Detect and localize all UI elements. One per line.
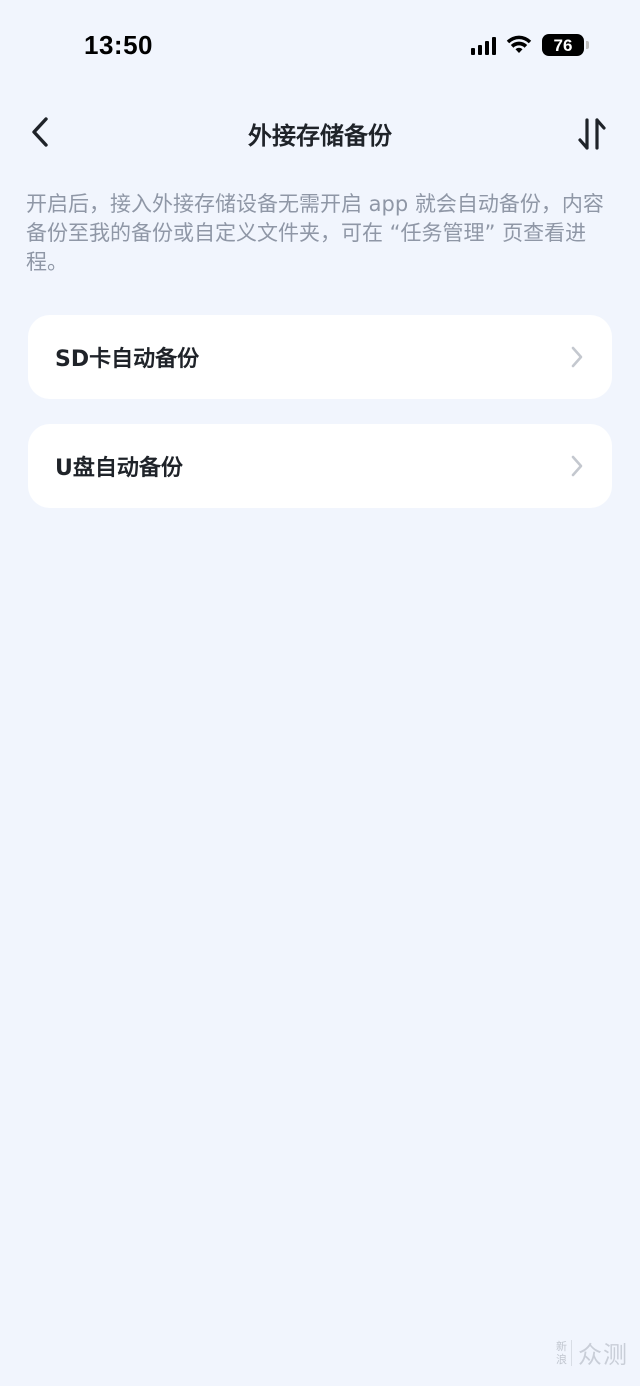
wifi-icon <box>506 35 532 55</box>
description-text: 开启后，接入外接存储设备无需开启 app 就会自动备份，内容备份至我的备份或自定… <box>26 192 604 274</box>
battery-icon: 76 <box>542 34 589 56</box>
sort-button[interactable] <box>572 112 612 156</box>
watermark-text: 众测 <box>578 1341 628 1369</box>
battery-level: 76 <box>553 35 573 55</box>
status-bar: 13:50 76 <box>0 0 640 90</box>
watermark-small-top: 新 <box>556 1339 567 1353</box>
page-title: 外接存储备份 <box>248 122 392 150</box>
usb-drive-auto-backup-label: U盘自动备份 <box>55 456 183 481</box>
sd-card-auto-backup-label: SD卡自动备份 <box>55 347 200 372</box>
chevron-right-icon <box>571 346 583 368</box>
status-time: 13:50 <box>84 30 153 60</box>
usb-drive-auto-backup-item[interactable]: U盘自动备份 <box>28 424 612 508</box>
status-icons: 76 <box>471 34 589 56</box>
watermark-small-bottom: 浪 <box>556 1352 567 1366</box>
cellular-signal-icon <box>471 35 496 55</box>
chevron-right-icon <box>571 455 583 477</box>
watermark-logo: 新 浪 <box>556 1339 572 1366</box>
sd-card-auto-backup-item[interactable]: SD卡自动备份 <box>28 315 612 399</box>
nav-bar: 外接存储备份 <box>0 100 640 164</box>
transfer-arrows-icon <box>578 118 606 150</box>
watermark: 新 浪 众测 <box>556 1335 628 1370</box>
battery-cap <box>586 41 589 49</box>
